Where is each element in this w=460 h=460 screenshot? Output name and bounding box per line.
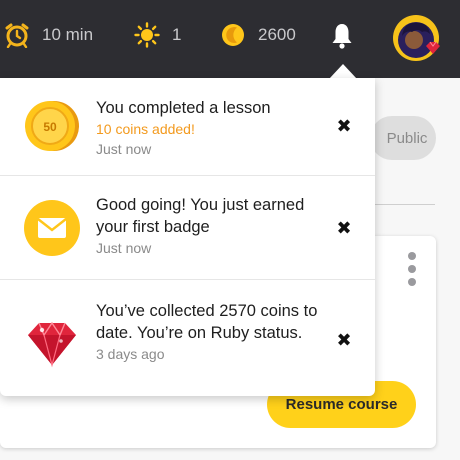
avatar[interactable]	[392, 14, 440, 62]
close-icon[interactable]: ✖	[336, 117, 352, 135]
coin-label: 50	[43, 120, 57, 134]
notification-time: 3 days ago	[96, 346, 165, 362]
notification-subtitle: 10 coins added!	[96, 121, 195, 137]
notification-text: Good going! You just earned your first b…	[96, 194, 328, 258]
streak-value: 1	[172, 25, 182, 44]
notification-text: You’ve collected 2570 coins to date. You…	[96, 300, 328, 364]
divider	[375, 204, 435, 205]
notification-title: You completed a lesson	[96, 99, 271, 117]
ruby-gem-icon	[28, 321, 76, 368]
notifications-panel: 50 You completed a lesson 10 coins added…	[0, 78, 375, 396]
coins-value: 2600	[258, 25, 296, 44]
coin-icon	[222, 24, 244, 46]
close-icon[interactable]: ✖	[336, 219, 352, 237]
bell-icon[interactable]	[330, 22, 354, 50]
notification-title: Good going! You just earned your first b…	[96, 196, 305, 236]
alarm-clock-icon	[5, 23, 29, 48]
notification-item[interactable]: 50 You completed a lesson 10 coins added…	[0, 78, 375, 176]
coin-50-icon: 50	[25, 101, 79, 151]
more-options-icon[interactable]	[404, 252, 420, 292]
envelope-icon	[24, 200, 80, 256]
timer-stat: 10 min	[4, 22, 93, 48]
notification-title: You’ve collected 2570 coins to date. You…	[96, 302, 318, 342]
notification-time: Just now	[96, 240, 152, 256]
top-bar: 10 min 1 2600	[0, 0, 460, 78]
notification-text: You completed a lesson 10 coins added! J…	[96, 97, 328, 159]
notification-item[interactable]: Good going! You just earned your first b…	[0, 176, 375, 280]
visibility-pill[interactable]: Public	[370, 116, 436, 160]
close-icon[interactable]: ✖	[336, 331, 352, 349]
streak-stat: 1	[134, 22, 181, 48]
sun-icon	[134, 22, 160, 48]
notification-time: Just now	[96, 141, 152, 157]
notification-item[interactable]: You’ve collected 2570 coins to date. You…	[0, 280, 375, 396]
coins-stat: 2600	[220, 22, 296, 48]
timer-value: 10 min	[42, 25, 94, 44]
dropdown-caret	[329, 64, 357, 79]
